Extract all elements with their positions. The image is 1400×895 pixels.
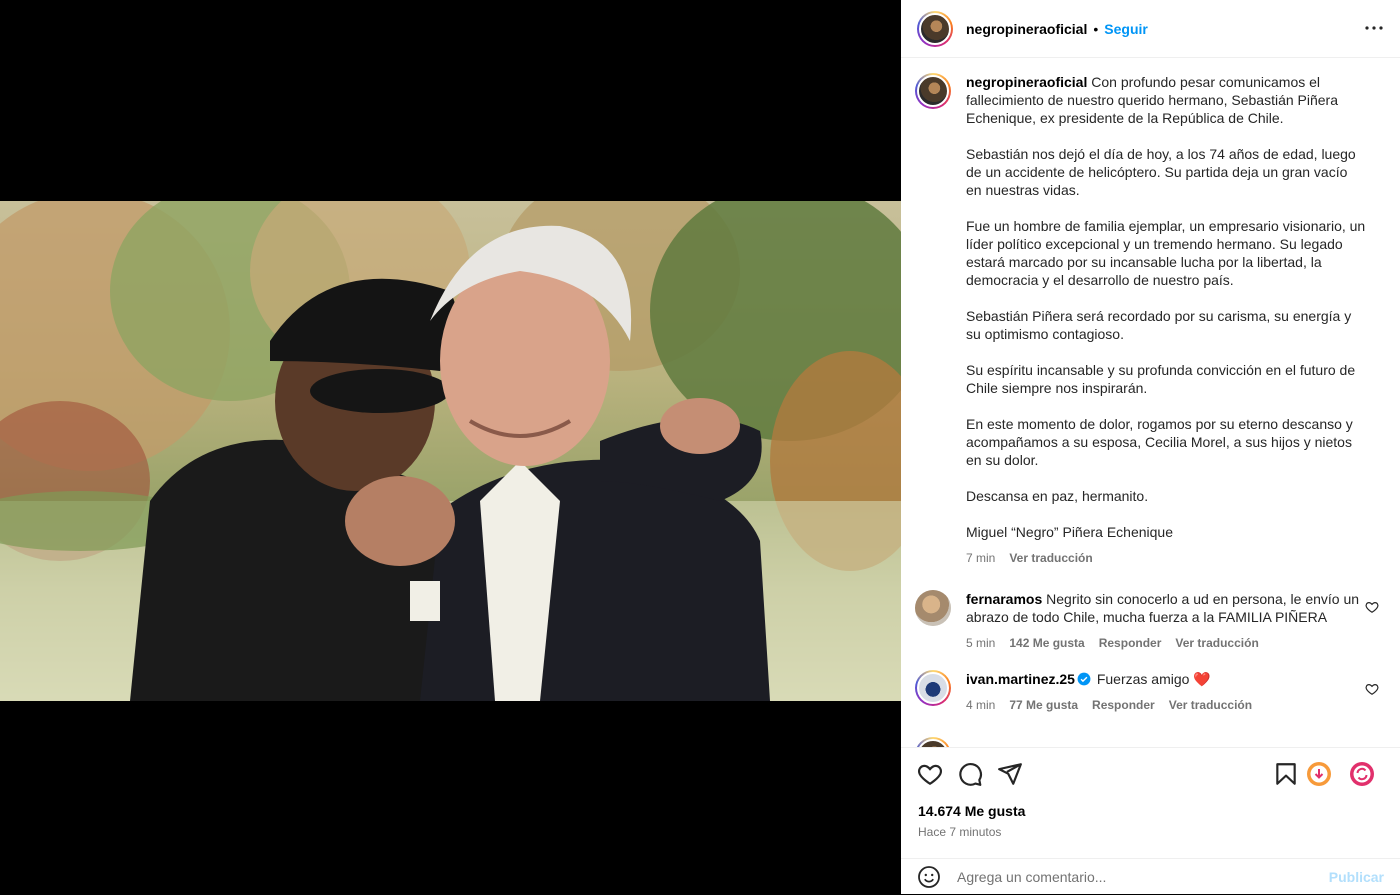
comment-meta: 4 min 77 Me gusta Responder Ver traducci…: [966, 696, 1366, 714]
caption-paragraph: Sebastián nos dejó el día de hoy, a los …: [966, 146, 1356, 198]
comment-text: fernaramos Negrito sin conocerlo a ud en…: [966, 590, 1366, 652]
comment-username[interactable]: ivan.martinez.25: [966, 671, 1075, 687]
comment-meta: 5 min 142 Me gusta Responder Ver traducc…: [966, 634, 1366, 652]
caption-time[interactable]: 7 min: [966, 549, 995, 567]
commenter-avatar[interactable]: [915, 590, 951, 626]
comment-like-heart-icon[interactable]: [1365, 682, 1379, 696]
caption-paragraph: Sebastián Piñera será recordado por su c…: [966, 308, 1352, 342]
comment-reply-link[interactable]: Responder: [1092, 696, 1155, 714]
caption-text: negropineraoficial Con profundo pesar co…: [966, 73, 1366, 567]
comment-time[interactable]: 4 min: [966, 696, 995, 714]
comment-likes[interactable]: 142 Me gusta: [1009, 634, 1084, 652]
comment-translate-link[interactable]: Ver traducción: [1169, 696, 1252, 714]
more-horizontal-icon[interactable]: [1362, 16, 1386, 40]
heart-emoji: ❤️: [1193, 671, 1211, 687]
comment-item: ivan.martinez.25 Fuerzas amigo ❤️ 4 min …: [915, 670, 1385, 714]
comment-like-heart-icon[interactable]: [1365, 600, 1379, 614]
media-viewer: [0, 0, 901, 894]
caption-meta: 7 min Ver traducción: [966, 549, 1366, 567]
add-comment-bar: Publicar: [901, 858, 1400, 895]
caption-translate-link[interactable]: Ver traducción: [1009, 549, 1092, 567]
comments-scroll-area[interactable]: negropineraoficial Con profundo pesar co…: [901, 59, 1400, 747]
comment-reply-link[interactable]: Responder: [1099, 634, 1162, 652]
share-paper-plane-icon[interactable]: [997, 761, 1023, 787]
comment-time[interactable]: 5 min: [966, 634, 995, 652]
follow-button[interactable]: Seguir: [1104, 21, 1148, 37]
download-extension-icon[interactable]: [1306, 761, 1332, 787]
author-avatar[interactable]: [917, 10, 953, 47]
caption-author-avatar[interactable]: [915, 73, 951, 109]
post-side-panel: negropineraoficial • Seguir negropinerao…: [901, 0, 1400, 894]
caption-paragraph: Fue un hombre de familia ejemplar, un em…: [966, 218, 1366, 288]
post-header: negropineraoficial • Seguir: [901, 0, 1400, 58]
caption-paragraph: Su espíritu incansable y su profunda con…: [966, 362, 1356, 396]
comment-likes[interactable]: 77 Me gusta: [1009, 696, 1078, 714]
comment-body: Fuerzas amigo: [1096, 671, 1190, 687]
post-caption: negropineraoficial Con profundo pesar co…: [915, 73, 1385, 567]
repost-extension-icon[interactable]: [1349, 761, 1375, 787]
caption-username[interactable]: negropineraoficial: [966, 74, 1087, 90]
comment-text: ivan.martinez.25 Fuerzas amigo ❤️ 4 min …: [966, 670, 1366, 714]
separator-dot: •: [1093, 20, 1099, 37]
photo-illustration: [0, 201, 901, 701]
save-bookmark-icon[interactable]: [1273, 761, 1299, 787]
commenter-avatar[interactable]: [915, 670, 951, 706]
comment-bubble-icon[interactable]: [957, 761, 983, 787]
comment-item: fernaramos Negrito sin conocerlo a ud en…: [915, 590, 1385, 652]
comment-item-partial: [915, 737, 1385, 747]
comment-username[interactable]: fernaramos: [966, 591, 1042, 607]
caption-paragraph: Descansa en paz, hermanito.: [966, 488, 1149, 504]
post-photo[interactable]: [0, 201, 901, 701]
commenter-avatar[interactable]: [915, 737, 951, 747]
caption-signature: Miguel “Negro” Piñera Echenique: [966, 524, 1173, 540]
comment-input[interactable]: [957, 869, 1329, 885]
caption-paragraph: En este momento de dolor, rogamos por su…: [966, 416, 1353, 468]
author-username[interactable]: negropineraoficial: [966, 21, 1087, 37]
like-heart-icon[interactable]: [917, 761, 943, 787]
verified-badge-icon: [1077, 672, 1091, 686]
emoji-smiley-icon[interactable]: [917, 865, 941, 889]
post-actions: 14.674 Me gusta Hace 7 minutos Publicar: [901, 747, 1400, 894]
comment-translate-link[interactable]: Ver traducción: [1175, 634, 1258, 652]
post-time-ago[interactable]: Hace 7 minutos: [918, 825, 1001, 839]
publish-button[interactable]: Publicar: [1329, 869, 1384, 885]
likes-count[interactable]: 14.674 Me gusta: [918, 803, 1025, 819]
